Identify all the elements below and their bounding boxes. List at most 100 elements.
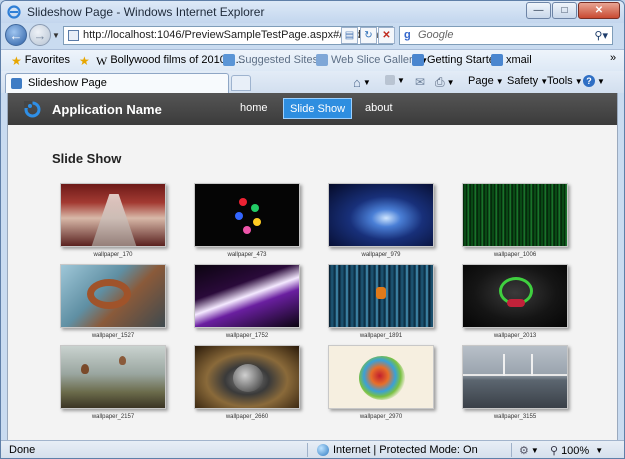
refresh-button[interactable]: ↻: [360, 27, 377, 44]
zoom-control[interactable]: ⚲ 100% ▼: [550, 444, 604, 458]
chevron-down-icon: ▼: [595, 446, 604, 455]
status-separator: [307, 443, 308, 457]
ie-site-icon: [491, 54, 503, 66]
web-slice-icon: [316, 54, 328, 66]
thumbnail-item[interactable]: wallpaper_2970: [328, 345, 434, 420]
thumbnail-image[interactable]: [328, 345, 434, 409]
favorites-overflow-button[interactable]: »: [610, 52, 616, 64]
thumbnail-image[interactable]: [194, 264, 300, 328]
thumbnail-image[interactable]: [328, 264, 434, 328]
thumbnail-item[interactable]: wallpaper_2157: [60, 345, 166, 420]
search-box[interactable]: g Google ⚲▾: [399, 26, 613, 45]
search-placeholder: Google: [418, 29, 454, 41]
thumbnail-image[interactable]: [328, 183, 434, 247]
thumbnail-item[interactable]: wallpaper_170: [60, 183, 166, 258]
refresh-icon: ↻: [364, 30, 373, 41]
feeds-button[interactable]: ▼: [385, 75, 405, 85]
thumbnail-image[interactable]: [462, 264, 568, 328]
tab-slideshow-page[interactable]: Slideshow Page: [5, 73, 229, 93]
thumbnail-item[interactable]: wallpaper_473: [194, 183, 300, 258]
zoom-level: 100%: [561, 444, 590, 457]
settings-icon: ⚙: [519, 445, 529, 457]
search-icon[interactable]: ⚲▾: [594, 29, 608, 42]
ie-site-icon: [412, 54, 424, 66]
home-button[interactable]: ⌂ ▼: [353, 75, 371, 90]
chevron-down-icon: ▼: [574, 76, 583, 86]
favorites-label: Favorites: [24, 54, 71, 66]
thumbnail-image[interactable]: [60, 264, 166, 328]
nav-link-about[interactable]: about: [359, 98, 399, 119]
nav-link-home[interactable]: home: [234, 98, 274, 119]
page-menu-button[interactable]: Page ▼: [468, 75, 504, 87]
read-mail-button[interactable]: ✉: [415, 75, 425, 89]
close-window-button[interactable]: ✕: [578, 2, 620, 19]
minimize-icon: —: [533, 5, 544, 16]
favorite-item-getting-started[interactable]: Getting Started: [412, 54, 501, 66]
thumbnail-caption: wallpaper_2970: [359, 414, 403, 420]
chevron-down-icon: ▼: [530, 446, 539, 455]
compatibility-icon: ▤: [344, 30, 355, 41]
tools-menu-button[interactable]: Tools ▼: [547, 75, 583, 87]
compatibility-view-button[interactable]: ▤: [341, 27, 358, 44]
home-icon: ⌂: [353, 75, 361, 90]
chevron-down-icon: ▼: [446, 78, 455, 87]
print-button[interactable]: ⎙ ▼: [435, 75, 455, 90]
thumbnail-image[interactable]: [462, 183, 568, 247]
thumbnail-caption: wallpaper_2157: [91, 414, 135, 420]
address-row: ← → ▼ http://localhost:1046/PreviewSampl…: [1, 23, 624, 49]
back-button[interactable]: ←: [5, 24, 27, 46]
zoom-icon: ⚲: [550, 445, 559, 457]
status-bar: Done Internet | Protected Mode: On ⚙ ▼ ⚲ …: [1, 440, 624, 458]
wikipedia-icon: W: [96, 54, 108, 68]
help-icon: ?: [583, 75, 595, 87]
globe-icon: [317, 444, 329, 456]
safety-menu-button[interactable]: Safety ▼: [507, 75, 548, 87]
app-name: Application Name: [52, 102, 162, 117]
recent-pages-dropdown[interactable]: ▼: [52, 31, 60, 40]
help-button[interactable]: ? ▼: [583, 75, 605, 87]
thumbnail-image[interactable]: [60, 345, 166, 409]
thumbnail-caption: wallpaper_473: [227, 252, 267, 258]
thumbnail-item[interactable]: wallpaper_3155: [462, 345, 568, 420]
thumbnail-item[interactable]: wallpaper_1891: [328, 264, 434, 339]
rss-feed-icon: [385, 75, 395, 85]
thumbnail-item[interactable]: wallpaper_1752: [194, 264, 300, 339]
favorite-label: Suggested Sites: [238, 54, 319, 66]
thumbnail-item[interactable]: wallpaper_1006: [462, 183, 568, 258]
page-favicon-icon: [11, 78, 22, 89]
mail-icon: ✉: [415, 75, 426, 89]
window-controls: — □ ✕: [525, 2, 620, 19]
back-arrow-icon: ←: [9, 27, 23, 43]
maximize-button[interactable]: □: [552, 2, 577, 19]
thumbnail-image[interactable]: [194, 183, 300, 247]
thumbnail-caption: wallpaper_1006: [493, 252, 537, 258]
thumbnail-item[interactable]: wallpaper_2013: [462, 264, 568, 339]
thumbnail-item[interactable]: wallpaper_979: [328, 183, 434, 258]
favorites-button[interactable]: ★ Favorites: [11, 54, 71, 68]
security-zone[interactable]: Internet | Protected Mode: On: [317, 444, 478, 456]
favorite-label: Getting Started: [427, 54, 501, 66]
stop-icon: ✕: [382, 30, 391, 41]
protected-mode-settings[interactable]: ⚙ ▼: [519, 444, 539, 457]
thumbnail-caption: wallpaper_2013: [493, 333, 537, 339]
overflow-chevron-icon: »: [610, 52, 617, 64]
nav-link-slide-show[interactable]: Slide Show: [283, 98, 353, 119]
status-text: Done: [9, 444, 36, 456]
thumbnail-caption: wallpaper_1527: [91, 333, 135, 339]
thumbnail-item[interactable]: wallpaper_2660: [194, 345, 300, 420]
minimize-button[interactable]: —: [526, 2, 551, 19]
thumbnail-image[interactable]: [194, 345, 300, 409]
page-title: Slide Show: [52, 151, 122, 166]
thumbnail-item[interactable]: wallpaper_1527: [60, 264, 166, 339]
forward-button[interactable]: →: [29, 24, 51, 46]
add-to-favorites-bar-button[interactable]: ★: [79, 54, 93, 68]
stop-button[interactable]: ✕: [378, 27, 395, 44]
favorite-item-xmail[interactable]: xmail: [491, 54, 532, 66]
thumbnail-image[interactable]: [60, 183, 166, 247]
thumbnail-image[interactable]: [462, 345, 568, 409]
favorite-item-suggested-sites[interactable]: Suggested Sites▼: [223, 54, 328, 66]
tools-menu-label: Tools: [547, 75, 573, 87]
status-separator: [511, 443, 512, 457]
favorite-label: xmail: [506, 54, 532, 66]
new-tab-button[interactable]: [231, 75, 251, 91]
